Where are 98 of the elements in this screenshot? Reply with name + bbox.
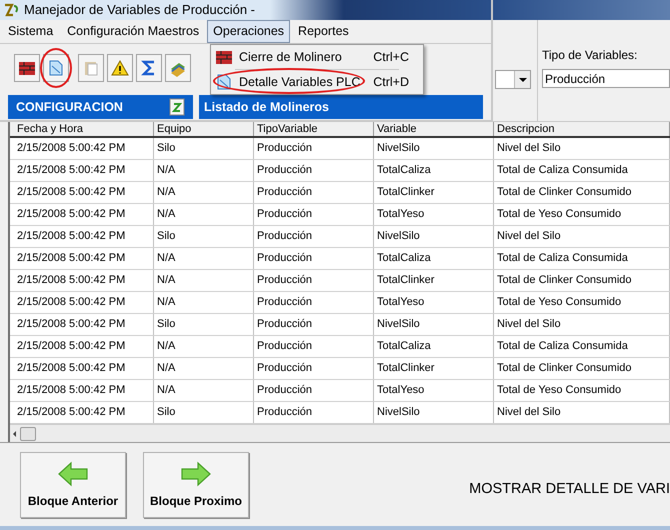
table-cell: Producción	[254, 182, 374, 203]
table-cell: 2/15/2008 5:00:42 PM	[14, 314, 154, 335]
dropdown-field[interactable]	[495, 70, 531, 89]
table-cell: Producción	[254, 160, 374, 181]
document-icon	[47, 59, 65, 77]
table-cell: 2/15/2008 5:00:42 PM	[14, 402, 154, 423]
table-cell: Producción	[254, 314, 374, 335]
table-cell: NivelSilo	[374, 138, 494, 159]
table-cell: NivelSilo	[374, 402, 494, 423]
table-cell: Producción	[254, 138, 374, 159]
table-cell: Producción	[254, 226, 374, 247]
table-cell: Total de Clinker Consumido	[494, 270, 670, 291]
table-cell: N/A	[154, 380, 254, 401]
table-cell: Total de Caliza Consumida	[494, 248, 670, 269]
table-cell: 2/15/2008 5:00:42 PM	[14, 380, 154, 401]
table-cell: 2/15/2008 5:00:42 PM	[14, 160, 154, 181]
app-logo-icon	[4, 3, 20, 17]
table-cell: N/A	[154, 270, 254, 291]
table-cell: Nivel del Silo	[494, 402, 670, 423]
table-cell: TotalClinker	[374, 270, 494, 291]
table-cell: Total de Yeso Consumido	[494, 380, 670, 401]
table-cell: 2/15/2008 5:00:42 PM	[14, 292, 154, 313]
window-title: Manejador de Variables de Producción -	[24, 1, 256, 20]
table-cell: Nivel del Silo	[494, 226, 670, 247]
column-header[interactable]: TipoVariable	[254, 122, 374, 136]
table-cell: Silo	[154, 314, 254, 335]
table-cell: Total de Yeso Consumido	[494, 292, 670, 313]
table-cell: 2/15/2008 5:00:42 PM	[14, 182, 154, 203]
block-button[interactable]: Bloque Proximo	[143, 452, 249, 518]
column-header[interactable]: Equipo	[154, 122, 254, 136]
table-cell: Silo	[154, 402, 254, 423]
menu-item[interactable]: Configuración Maestros	[61, 20, 206, 43]
table-cell: 2/15/2008 5:00:42 PM	[14, 226, 154, 247]
table-cell: 2/15/2008 5:00:42 PM	[14, 204, 154, 225]
table-cell: Total de Yeso Consumido	[494, 204, 670, 225]
list-title: Listado de Molineros	[204, 98, 330, 116]
table-cell: TotalCaliza	[374, 160, 494, 181]
table-cell: N/A	[154, 160, 254, 181]
menu-entry[interactable]: Detalle Variables PLC Ctrl+D	[211, 72, 423, 92]
annotation-ellipse	[40, 48, 72, 88]
table-cell: TotalYeso	[374, 380, 494, 401]
table-cell: Nivel del Silo	[494, 138, 670, 159]
left-arrow-icon	[57, 460, 89, 488]
table-cell: N/A	[154, 204, 254, 225]
caption-text: MOSTRAR DETALLE DE VARI	[469, 480, 670, 499]
table-cell: Producción	[254, 248, 374, 269]
table-cell: TotalCaliza	[374, 248, 494, 269]
table-cell: Producción	[254, 380, 374, 401]
table-cell: Total de Caliza Consumida	[494, 336, 670, 357]
table-cell: N/A	[154, 248, 254, 269]
table-cell: N/A	[154, 292, 254, 313]
table-cell: Producción	[254, 270, 374, 291]
table-cell: TotalClinker	[374, 358, 494, 379]
table-cell: N/A	[154, 358, 254, 379]
table-cell: NivelSilo	[374, 314, 494, 335]
brick-wall-icon	[18, 59, 36, 77]
right-arrow-icon	[180, 460, 212, 488]
table-cell: TotalCaliza	[374, 336, 494, 357]
menu-item[interactable]: Operaciones	[207, 20, 290, 43]
table-cell: Silo	[154, 138, 254, 159]
table-cell: TotalYeso	[374, 204, 494, 225]
config-title: CONFIGURACION	[16, 98, 123, 116]
menu-entry[interactable]: Cierre de Molinero Ctrl+C	[211, 47, 423, 67]
column-header[interactable]: Variable	[374, 122, 494, 136]
table-cell: 2/15/2008 5:00:42 PM	[14, 270, 154, 291]
document-icon	[215, 73, 233, 91]
refresh-icon[interactable]	[169, 98, 185, 116]
warning-icon	[111, 59, 129, 77]
table-cell: Nivel del Silo	[494, 314, 670, 335]
horizontal-scrollbar[interactable]	[10, 424, 670, 442]
table-cell: TotalClinker	[374, 182, 494, 203]
table-cell: Producción	[254, 336, 374, 357]
table-cell: N/A	[154, 182, 254, 203]
filter-label: Tipo de Variables:	[542, 47, 638, 64]
table-cell: Total de Clinker Consumido	[494, 358, 670, 379]
table-cell: N/A	[154, 336, 254, 357]
table-cell: Producción	[254, 358, 374, 379]
table-cell: Producción	[254, 292, 374, 313]
table-cell: 2/15/2008 5:00:42 PM	[14, 358, 154, 379]
table-cell: 2/15/2008 5:00:42 PM	[14, 248, 154, 269]
table-cell: TotalYeso	[374, 292, 494, 313]
table-cell: Total de Clinker Consumido	[494, 182, 670, 203]
table-cell: Total de Caliza Consumida	[494, 160, 670, 181]
block-button[interactable]: Bloque Anterior	[20, 452, 126, 518]
table-cell: 2/15/2008 5:00:42 PM	[14, 336, 154, 357]
column-header[interactable]: Descripcion	[494, 122, 670, 136]
menu-item[interactable]: Reportes	[292, 20, 355, 43]
brick-wall-icon	[215, 48, 233, 66]
filter-field[interactable]: Producción	[542, 69, 670, 88]
table-cell: Producción	[254, 402, 374, 423]
toolbar-button[interactable]	[14, 54, 40, 82]
table-cell: Silo	[154, 226, 254, 247]
clipboard-icon	[82, 59, 100, 77]
menu-item[interactable]: Sistema	[2, 20, 60, 43]
table-cell: Producción	[254, 204, 374, 225]
table-cell: 2/15/2008 5:00:42 PM	[14, 138, 154, 159]
column-header[interactable]: Fecha y Hora	[14, 122, 154, 136]
table-cell: NivelSilo	[374, 226, 494, 247]
